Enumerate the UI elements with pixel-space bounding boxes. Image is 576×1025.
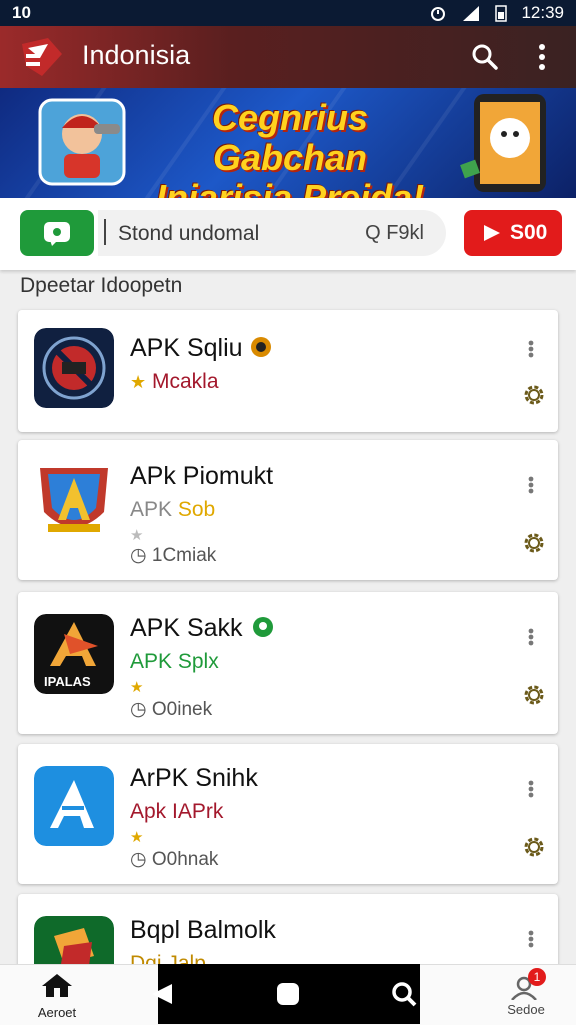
gear-icon[interactable] (521, 382, 547, 408)
app-meta-text: 1Cmiak (151, 545, 217, 566)
app-icon-shield-red (34, 328, 114, 408)
alarm-icon (431, 7, 446, 21)
card-menu-icon[interactable] (528, 476, 534, 494)
banner-line2: Iniarisia Preida! (155, 177, 425, 199)
app-icon-blue-a (34, 766, 114, 846)
search-placeholder: Stond undomal (118, 222, 260, 245)
star-icon: ★ (130, 527, 144, 544)
back-icon[interactable] (148, 982, 176, 1006)
home-button-icon[interactable] (274, 980, 302, 1008)
star-icon: ★ (130, 679, 144, 696)
search-row: Stond undomal Q F9kl S00 (0, 198, 576, 270)
clock-icon: ◷ (130, 545, 147, 566)
search-cursor (104, 219, 106, 245)
promo-banner[interactable]: Cegnrius Gabchan Iniarisia Preida! (0, 88, 576, 198)
app-meta: ◷ O0hnak (130, 848, 218, 871)
app-logo-icon (22, 38, 62, 76)
status-left-text: 10 (12, 3, 31, 22)
gear-icon[interactable] (521, 530, 547, 556)
nav-home-label: Aeroet (37, 1005, 77, 1020)
signal-icon (463, 6, 480, 21)
mascot-illustration (38, 98, 126, 186)
app-name: APk Piomukt (130, 462, 274, 490)
battery-icon (495, 5, 508, 22)
verified-badge-icon (251, 337, 271, 357)
home-icon (42, 974, 72, 997)
app-name: ArPK Snihk (130, 764, 258, 792)
app-subtitle: ★ Mcakla (130, 370, 219, 394)
video-button[interactable]: S00 (464, 210, 562, 256)
app-name: Bqpl Balmolk (130, 916, 276, 944)
video-button-label: S00 (510, 221, 548, 244)
app-subtitle: Apk IAPrk (130, 800, 223, 824)
app-name: APK Sqliu (130, 334, 243, 362)
app-subtitle-text: APK Splx (130, 650, 219, 673)
star-icon: ★ (130, 372, 147, 392)
app-title: Indonisia (82, 40, 191, 70)
section-title: Dpeetar Idoopetn (20, 274, 183, 297)
clock-icon: ◷ (130, 699, 147, 720)
app-subtitle-part-a: APK (130, 498, 173, 521)
nav-user[interactable]: 1 Sedoe (496, 968, 556, 1017)
chat-button[interactable] (20, 210, 94, 256)
card-menu-icon[interactable] (528, 930, 534, 948)
app-subtitle-part-b: Sob (177, 498, 216, 521)
verified-badge-icon (253, 617, 273, 637)
app-bar: Indonisia (0, 26, 576, 88)
banner-headline: Cegnrius Gabchan Iniarisia Preida! (130, 97, 450, 199)
app-icon-label: IPALAS (44, 674, 91, 689)
app-card[interactable]: ArPK Snihk Apk IAPrk ★ ◷ O0hnak (18, 744, 558, 884)
phone-illustration (460, 94, 546, 192)
play-icon (484, 225, 500, 241)
chat-icon (44, 222, 70, 246)
star-icon: ★ (130, 829, 144, 846)
banner-line1: Cegnrius Gabchan (211, 97, 369, 178)
search-input[interactable]: Stond undomal Q F9kl (98, 210, 446, 256)
search-nav-icon[interactable] (390, 980, 418, 1008)
app-meta: ◷ 1Cmiak (130, 544, 216, 567)
card-menu-icon[interactable] (528, 780, 534, 798)
card-menu-icon[interactable] (528, 340, 534, 358)
app-card[interactable]: APk Piomukt APK Sob ★ ◷ 1Cmiak (18, 440, 558, 580)
app-icon-shield-a (34, 462, 114, 542)
gear-icon[interactable] (521, 682, 547, 708)
system-nav-bar (152, 964, 420, 1024)
app-subtitle-text: Mcakla (151, 370, 219, 393)
card-menu-icon[interactable] (528, 628, 534, 646)
app-meta-text: O0hnak (151, 849, 219, 870)
clock-icon: ◷ (130, 849, 147, 870)
status-time: 12:39 (521, 3, 564, 22)
notification-badge: 1 (528, 968, 546, 986)
more-vert-icon[interactable] (530, 42, 554, 72)
search-icon[interactable] (470, 42, 500, 72)
app-name: APK Sakk (130, 614, 243, 642)
app-subtitle: APK Sob (130, 498, 215, 522)
app-card[interactable]: APK Sqliu ★ Mcakla (18, 310, 558, 432)
nav-user-label: Sedoe (507, 1002, 545, 1017)
app-meta: ◷ O0inek (130, 698, 212, 721)
status-bar: 10 12:39 (0, 0, 576, 26)
app-subtitle-text: Apk IAPrk (130, 800, 224, 823)
app-card[interactable]: IPALAS APK Sakk APK Splx ★ ◷ O0inek (18, 592, 558, 734)
app-meta-text: O0inek (151, 699, 213, 720)
gear-icon[interactable] (521, 834, 547, 860)
nav-home[interactable]: Aeroet (30, 972, 84, 1020)
app-subtitle: APK Splx (130, 650, 219, 674)
search-hint: Q F9kl (365, 222, 424, 244)
